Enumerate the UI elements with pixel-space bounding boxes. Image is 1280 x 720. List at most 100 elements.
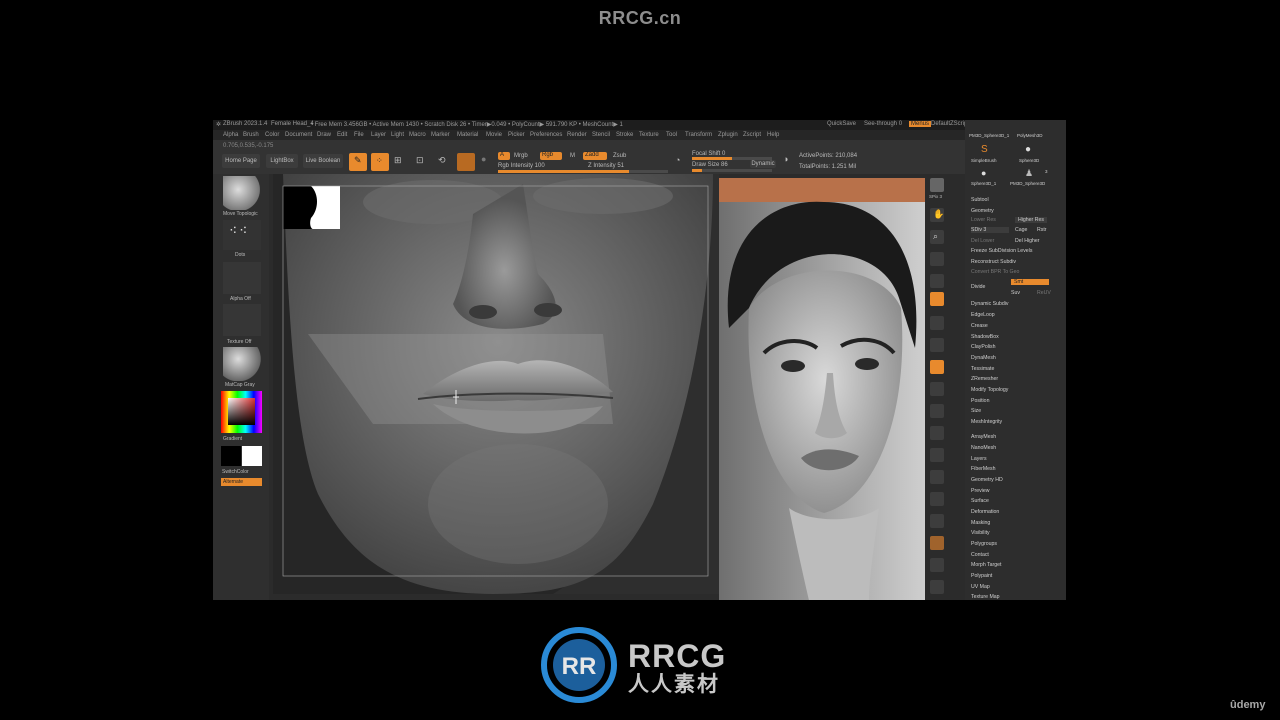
tool-section[interactable]: Geometry HD [971,477,1003,483]
sdiv-slider[interactable]: SDiv 3 [971,227,1009,233]
ghost-button[interactable] [930,536,944,550]
dynamic-button[interactable]: Dynamic [750,160,776,168]
tool-section[interactable]: FiberMesh [971,466,996,472]
geometry-subpanel-item[interactable]: Modify Topology [971,387,1008,393]
floor-button[interactable] [930,316,944,330]
freeze-subdivision-button[interactable]: Freeze SubDivision Levels [971,248,1032,254]
quicksave-button[interactable]: QuickSave [827,121,856,127]
menu-item[interactable]: Edit [337,132,347,138]
move-button[interactable] [930,404,944,418]
scale-gizmo-icon[interactable]: ⊡ [416,155,424,166]
main-color-swatch[interactable] [221,446,241,466]
menu-item[interactable]: Movie [486,132,502,138]
tool-section[interactable]: Preview [971,488,989,494]
menu-item[interactable]: Material [457,132,478,138]
m-toggle[interactable]: M [570,153,575,159]
geometry-section[interactable]: Geometry [971,208,994,214]
default-zscript[interactable]: DefaultZScript [931,121,969,127]
menu-item[interactable]: Zplugin [718,132,738,138]
secondary-color-swatch[interactable] [242,446,262,466]
tool-section[interactable]: Polypaint [971,573,992,579]
cage-button[interactable]: Cage [1015,227,1027,233]
menu-item[interactable]: Stroke [616,132,633,138]
reuv-toggle[interactable]: ReUV [1037,290,1051,296]
tool-thumb-label[interactable]: PM3D_Sphere3D_1 [969,133,1009,138]
tool-section[interactable]: Contact [971,552,989,558]
tool-section[interactable]: Deformation [971,509,999,515]
rstr-button[interactable]: Rstr [1037,227,1047,233]
tool-thumb-label[interactable]: PM3D_Sphere3D [1010,181,1045,186]
menu-item[interactable]: Tool [666,132,677,138]
zoom-button[interactable]: ⌕ [930,230,944,244]
del-lower-button[interactable]: Del Lower [971,238,994,244]
color-saturation-square[interactable] [228,398,255,425]
menu-item[interactable]: Transform [685,132,712,138]
menu-item[interactable]: Marker [431,132,450,138]
tool-section[interactable]: Visibility [971,530,990,536]
zoom3d-button[interactable] [930,426,944,440]
tool-section[interactable]: Texture Map [971,594,1000,600]
local-button[interactable] [930,338,944,352]
texture-thumbnail[interactable] [223,304,261,336]
geometry-subpanel-item[interactable]: ClayPolish [971,344,996,350]
subtool-section[interactable]: Subtool [971,197,989,203]
gxyz-button[interactable] [930,360,944,374]
tool-section[interactable]: UV Map [971,584,990,590]
home-page-button[interactable]: Home Page [222,154,260,168]
geometry-subpanel-item[interactable]: DynaMesh [971,355,996,361]
alternate-button[interactable]: Alternate [221,478,262,486]
divide-button[interactable]: Divide [971,284,985,290]
convert-bpr-button[interactable]: Convert BPR To Geo [971,269,1019,275]
actual-button[interactable] [930,252,944,266]
geometry-subpanel-item[interactable]: Size [971,408,981,414]
switch-color-button[interactable]: SwitchColor [222,469,249,475]
tool-section[interactable]: Polygroups [971,541,997,547]
geometry-subpanel-item[interactable]: Dynamic Subdiv [971,301,1008,307]
color-picker[interactable] [221,391,262,433]
tool-thumb-label[interactable]: PolyMesh3D [1017,133,1043,138]
menu-item[interactable]: Texture [639,132,659,138]
brush-thumbnail[interactable] [223,176,261,210]
reconstruct-subdiv-button[interactable]: Reconstruct Subdiv [971,259,1016,265]
menu-item[interactable]: File [354,132,364,138]
material-thumbnail[interactable] [223,347,261,381]
aahalf-button[interactable] [930,274,944,288]
see-through-slider[interactable]: See-through 0 [864,121,902,127]
menu-item[interactable]: Document [285,132,312,138]
tool-thumb-label[interactable]: SimpleBrush [971,158,997,163]
menu-item[interactable]: Help [767,132,779,138]
alpha-thumbnail[interactable] [223,262,261,294]
tool-section[interactable]: NanoMesh [971,445,996,451]
higher-res-button[interactable]: Higher Res [1015,217,1047,223]
menu-item[interactable]: Render [567,132,587,138]
zsub-toggle[interactable]: Zsub [613,153,626,159]
tool-section[interactable]: Morph Target [971,562,1001,568]
move-gizmo-icon[interactable]: ⊞ [394,155,402,166]
tool-section[interactable]: ArrayMesh [971,434,996,440]
geometry-subpanel-item[interactable]: Tessimate [971,366,994,372]
smt-toggle[interactable]: Smt [1011,279,1049,285]
geometry-subpanel-item[interactable]: EdgeLoop [971,312,995,318]
menu-item[interactable]: Alpha [223,132,238,138]
rotate-button[interactable] [930,448,944,462]
tool-section[interactable]: Layers [971,456,987,462]
geometry-subpanel-item[interactable]: ShadowBox [971,334,999,340]
lower-res-button[interactable]: Lower Res [971,217,996,223]
draw-size-slider[interactable] [692,169,772,172]
menu-item[interactable]: Macro [409,132,426,138]
material-swatch[interactable] [457,153,475,171]
bpr-render-button[interactable] [930,178,944,192]
menu-item[interactable]: Brush [243,132,259,138]
tool-section[interactable]: Surface [971,498,989,504]
menu-item[interactable]: Stencil [592,132,610,138]
menu-item[interactable]: Draw [317,132,331,138]
scroll-button[interactable]: ✋ [930,208,944,222]
solo-button[interactable] [930,558,944,572]
linefill-button[interactable] [930,470,944,484]
edit-button[interactable]: ✎ [349,153,367,171]
menu-item[interactable]: Zscript [743,132,761,138]
rgb-intensity-slider[interactable] [498,170,588,173]
persp-button[interactable] [930,292,944,306]
geometry-subpanel-item[interactable]: Position [971,398,989,404]
menus-toggle[interactable]: Menus [909,121,932,127]
